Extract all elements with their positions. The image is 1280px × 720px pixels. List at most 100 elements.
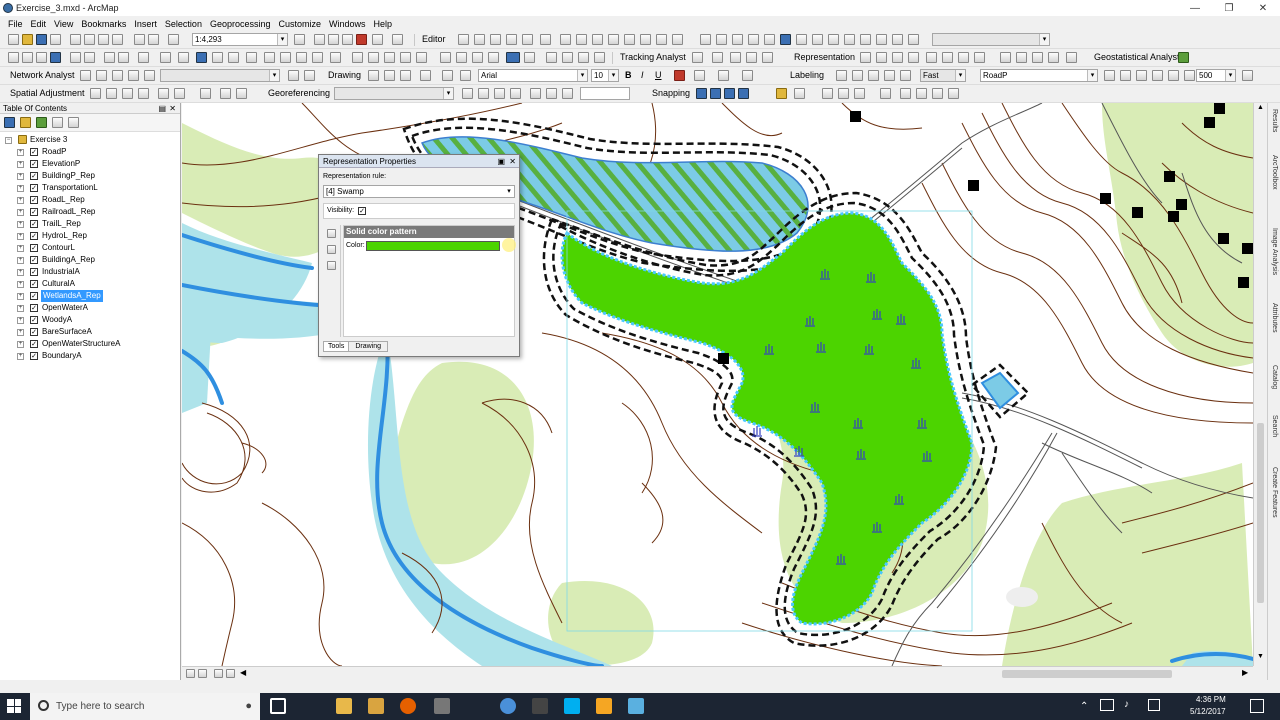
- georef-zoom-icon[interactable]: [562, 88, 573, 99]
- geostatistical-analyst-menu[interactable]: Geostatistical Analyst: [1094, 52, 1180, 62]
- georef-tool1-icon[interactable]: [440, 52, 451, 63]
- network-dataset-combo[interactable]: ▾: [160, 69, 280, 82]
- catalog-tab[interactable]: Catalog: [1268, 365, 1280, 389]
- expand-icon[interactable]: +: [17, 281, 24, 288]
- shared-features-icon[interactable]: [828, 34, 839, 45]
- zoom-in-icon[interactable]: [8, 52, 19, 63]
- georef-tool4-icon[interactable]: [488, 52, 499, 63]
- construct-features-icon[interactable]: [876, 34, 887, 45]
- rotate-icon[interactable]: [624, 34, 635, 45]
- layer-name[interactable]: OpenWaterStructureA: [42, 338, 120, 350]
- network-build-icon[interactable]: [144, 70, 155, 81]
- clock-time[interactable]: 4:36 PM: [1196, 695, 1226, 704]
- layer-row[interactable]: + ✓ HydroL_Rep: [0, 230, 180, 242]
- layer-name[interactable]: RoadL_Rep: [42, 194, 85, 206]
- globe-icon[interactable]: [780, 34, 791, 45]
- line-color-icon[interactable]: [524, 52, 535, 63]
- rep-tool7-icon[interactable]: [974, 52, 985, 63]
- select-representation-icon[interactable]: [860, 52, 871, 63]
- cut-polygons-icon[interactable]: [592, 34, 603, 45]
- undo-icon[interactable]: [134, 34, 145, 45]
- table-of-contents-icon[interactable]: [314, 34, 325, 45]
- layer-name[interactable]: ContourL: [42, 242, 75, 254]
- new-map-icon[interactable]: [8, 34, 19, 45]
- layer-row[interactable]: + ✓ BuildingP_Rep: [0, 170, 180, 182]
- layer-name[interactable]: TrailL_Rep: [42, 218, 81, 230]
- expand-icon[interactable]: +: [17, 161, 24, 168]
- rep-tool10-icon[interactable]: [1032, 52, 1043, 63]
- topology-icon[interactable]: [700, 34, 711, 45]
- map-scale-combo[interactable]: 1:4,293 ▾: [192, 33, 288, 46]
- html-popup-icon[interactable]: [228, 52, 239, 63]
- layer-row[interactable]: + ✓ BuildingA_Rep: [0, 254, 180, 266]
- arcmap-taskbar-icon[interactable]: [628, 698, 644, 714]
- expand-icon[interactable]: +: [17, 185, 24, 192]
- georef-table-icon[interactable]: [546, 52, 557, 63]
- snagit-icon[interactable]: [596, 698, 612, 714]
- create-features-tab[interactable]: Create Features: [1268, 467, 1280, 518]
- georef-value-combo[interactable]: [580, 87, 630, 100]
- layer-visibility-checkbox[interactable]: ✓: [30, 220, 38, 228]
- fixed-zoom-out-icon[interactable]: [84, 52, 95, 63]
- layer-tool7-icon[interactable]: [1242, 70, 1253, 81]
- menu-bookmarks[interactable]: Bookmarks: [81, 19, 126, 29]
- layer-row[interactable]: + ✓ BoundaryA: [0, 350, 180, 362]
- straight-segment-icon[interactable]: [490, 34, 501, 45]
- layer-visibility-checkbox[interactable]: ✓: [30, 244, 38, 252]
- fix-topology-icon[interactable]: [860, 34, 871, 45]
- layer-tool3-icon[interactable]: [1136, 70, 1147, 81]
- swipe-icon[interactable]: [352, 52, 363, 63]
- attribute-transfer-icon[interactable]: [236, 88, 247, 99]
- expand-icon[interactable]: +: [17, 293, 24, 300]
- taskbar-search-box[interactable]: Type here to search ●: [30, 693, 260, 720]
- layer-row[interactable]: + ✓ WetlandsA_Rep: [0, 290, 180, 302]
- editor-toolbar-icon[interactable]: [294, 34, 305, 45]
- georef-scale-icon[interactable]: [494, 88, 505, 99]
- list-by-selection-icon[interactable]: [52, 117, 63, 128]
- layer-visibility-checkbox[interactable]: ✓: [30, 172, 38, 180]
- layer-tool4-icon[interactable]: [1152, 70, 1163, 81]
- rep-tool5-icon[interactable]: [942, 52, 953, 63]
- vertex-snapping-icon[interactable]: [724, 88, 735, 99]
- delete-icon[interactable]: [112, 34, 123, 45]
- select-features-icon[interactable]: [138, 52, 149, 63]
- keyboard-icon[interactable]: [1148, 699, 1160, 711]
- rotate-tool-icon[interactable]: [578, 52, 589, 63]
- select-elements-icon[interactable]: [178, 52, 189, 63]
- menu-windows[interactable]: Windows: [329, 19, 366, 29]
- layer-visibility-checkbox[interactable]: ✓: [30, 268, 38, 276]
- brightness-icon[interactable]: [416, 52, 427, 63]
- tracking-playback-icon[interactable]: [712, 52, 723, 63]
- representation-rule-combo[interactable]: [4] Swamp ▾: [323, 185, 515, 198]
- microphone-icon[interactable]: ●: [245, 693, 252, 720]
- edge-snapping-icon[interactable]: [738, 88, 749, 99]
- expand-icon[interactable]: +: [17, 197, 24, 204]
- new-displacement-icon[interactable]: [106, 88, 117, 99]
- layer-visibility-checkbox[interactable]: ✓: [30, 292, 38, 300]
- georef-layer-combo[interactable]: ▾: [334, 87, 454, 100]
- layer-row[interactable]: + ✓ BareSurfaceA: [0, 326, 180, 338]
- topo-edit-icon[interactable]: [716, 34, 727, 45]
- menu-insert[interactable]: Insert: [134, 19, 157, 29]
- windows-start-icon[interactable]: [7, 699, 21, 713]
- rep-tool9-icon[interactable]: [1016, 52, 1027, 63]
- vertex-icon[interactable]: [562, 52, 573, 63]
- layout-icon[interactable]: [880, 88, 891, 99]
- rep-tool12-icon[interactable]: [1066, 52, 1077, 63]
- task-view-icon[interactable]: [270, 698, 286, 714]
- identity-link-icon[interactable]: [158, 88, 169, 99]
- view-link-table-icon[interactable]: [530, 88, 541, 99]
- dialog-close-icon[interactable]: ✕: [509, 155, 516, 168]
- trace-icon[interactable]: [522, 34, 533, 45]
- line-color-drawing-icon[interactable]: [718, 70, 729, 81]
- back-extent-icon[interactable]: [104, 52, 115, 63]
- expand-icon[interactable]: +: [17, 245, 24, 252]
- generalize-icon[interactable]: [908, 34, 919, 45]
- topo-tool-icon[interactable]: [844, 34, 855, 45]
- add-data-icon[interactable]: [168, 34, 179, 45]
- network-analyst-menu[interactable]: Network Analyst: [10, 70, 75, 80]
- rotate-element-icon[interactable]: [384, 70, 395, 81]
- attributes-icon[interactable]: [640, 34, 651, 45]
- network-tool1-icon[interactable]: [288, 70, 299, 81]
- representation-menu[interactable]: Representation: [794, 52, 855, 62]
